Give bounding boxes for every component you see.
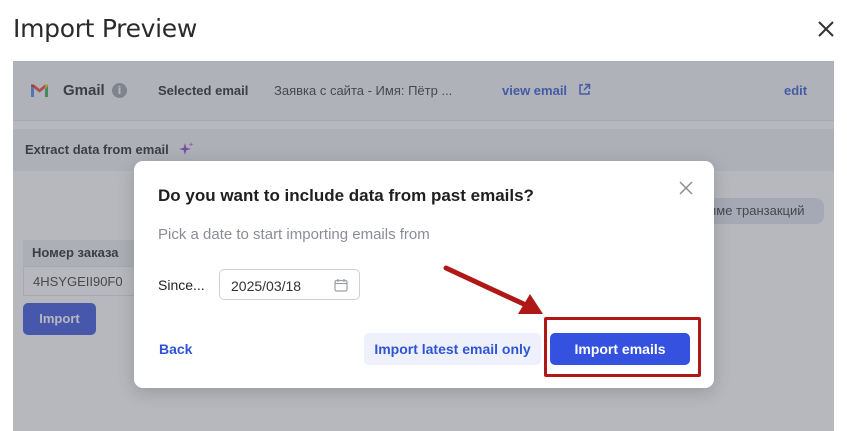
- arrow-annotation: [443, 265, 543, 314]
- import-latest-button[interactable]: Import latest email only: [364, 333, 541, 365]
- calendar-icon[interactable]: [334, 278, 348, 292]
- dialog-title: Do you want to include data from past em…: [158, 186, 534, 205]
- date-value: 2025/03/18: [231, 278, 302, 294]
- annotation-highlight-box: [544, 317, 701, 377]
- close-icon[interactable]: [815, 18, 837, 40]
- dialog-subtitle: Pick a date to start importing emails fr…: [158, 226, 430, 243]
- back-button[interactable]: Back: [159, 341, 192, 357]
- close-icon[interactable]: [679, 181, 693, 195]
- since-date-field[interactable]: 2025/03/18: [219, 269, 360, 300]
- page-title: Import Preview: [13, 14, 198, 43]
- import-preview-page: Import Preview Gmail i Selected email За…: [0, 0, 847, 431]
- since-label: Since...: [158, 277, 205, 293]
